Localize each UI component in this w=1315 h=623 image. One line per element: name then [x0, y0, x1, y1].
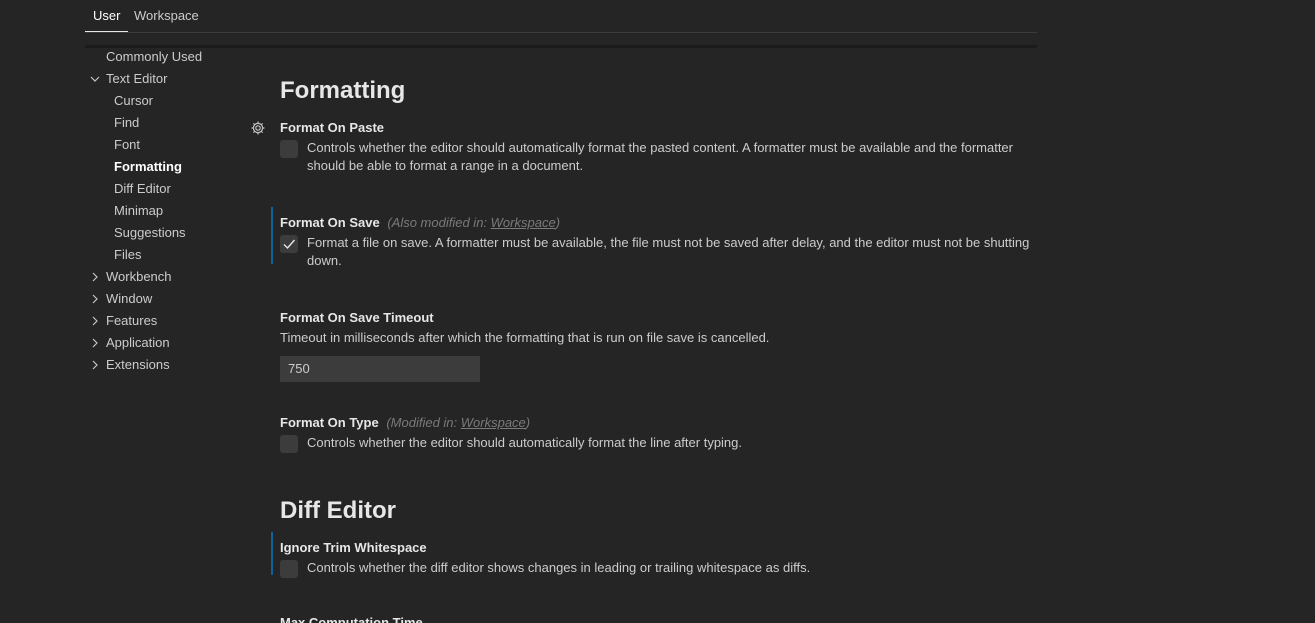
modified-note-suffix: ) [555, 215, 561, 230]
gear-icon[interactable] [250, 120, 266, 136]
modified-note: (Modified in: Workspace) [386, 415, 530, 430]
chevron-right-icon [90, 360, 100, 370]
settings-list: Formatting Format On Paste Controls whet… [240, 48, 1040, 623]
modified-indicator [271, 532, 273, 575]
chevron-right-icon [90, 316, 100, 326]
toc-item-font[interactable]: Font [114, 134, 140, 156]
toc-item-application[interactable]: Application [85, 332, 245, 354]
toc-item-extensions[interactable]: Extensions [85, 354, 245, 376]
settings-scope-tabs: User Workspace [85, 0, 1037, 33]
toc-item-label: Workbench [106, 269, 172, 284]
toc-item-files[interactable]: Files [114, 244, 141, 266]
setting-format-on-save: Format On Save (Also modified in: Worksp… [271, 207, 1040, 270]
tab-workspace[interactable]: Workspace [134, 0, 199, 31]
toc-item-diff-editor[interactable]: Diff Editor [114, 178, 171, 200]
format-on-save-checkbox[interactable] [280, 235, 298, 253]
workspace-link[interactable]: Workspace [461, 415, 526, 430]
toc-item-label: Application [106, 335, 170, 350]
modified-note: (Also modified in: Workspace) [387, 215, 560, 230]
toc-item-cursor[interactable]: Cursor [114, 90, 153, 112]
setting-ignore-trim-whitespace: Ignore Trim Whitespace Controls whether … [271, 532, 1040, 578]
ignore-trim-whitespace-checkbox[interactable] [280, 560, 298, 578]
toc-item-minimap[interactable]: Minimap [114, 200, 163, 222]
setting-format-on-paste: Format On Paste Controls whether the edi… [280, 118, 1040, 175]
toc-item-label: Features [106, 313, 158, 328]
tab-user[interactable]: User [85, 0, 129, 32]
toc-item-label: Text Editor [106, 71, 168, 86]
setting-description: Timeout in milliseconds after which the … [280, 330, 770, 345]
section-title-diff-editor: Diff Editor [280, 497, 396, 524]
chevron-right-icon [90, 272, 100, 282]
toc-item-text-editor[interactable]: Text Editor [85, 68, 245, 90]
setting-max-computation-time: Max Computation Time [280, 613, 1040, 623]
setting-title-text: Format On Type [280, 415, 379, 430]
setting-description: Format a file on save. A formatter must … [307, 235, 1030, 268]
chevron-right-icon [90, 338, 100, 348]
setting-description: Controls whether the editor should autom… [307, 435, 743, 450]
setting-format-on-save-timeout: Format On Save Timeout Timeout in millis… [280, 308, 1040, 382]
section-title-formatting: Formatting [280, 77, 406, 104]
chevron-down-icon [90, 74, 100, 84]
format-on-type-checkbox[interactable] [280, 435, 298, 453]
check-icon [283, 239, 296, 250]
setting-value: Format a file on save. A formatter must … [280, 234, 1040, 270]
setting-title: Max Computation Time [280, 615, 423, 623]
toc-item-formatting[interactable]: Formatting [114, 156, 182, 178]
toc-item-workbench[interactable]: Workbench [85, 266, 245, 288]
setting-title: Format On Save Timeout [280, 310, 434, 325]
toc-item-features[interactable]: Features [85, 310, 245, 332]
workspace-link[interactable]: Workspace [491, 215, 556, 230]
modified-note-prefix: (Also modified in: [387, 215, 491, 230]
modified-note-prefix: (Modified in: [386, 415, 461, 430]
settings-editor: User Workspace Commonly Used Text Editor… [0, 0, 1315, 623]
toc-item-label: Window [106, 291, 153, 306]
toc-item-label: Extensions [106, 357, 170, 372]
setting-value: Controls whether the editor should autom… [280, 139, 1040, 175]
toc-item-window[interactable]: Window [85, 288, 245, 310]
setting-description: Controls whether the editor should autom… [307, 140, 1013, 173]
modified-indicator [271, 207, 273, 264]
setting-format-on-type: Format On Type (Modified in: Workspace) … [280, 413, 1040, 453]
setting-title: Format On Save (Also modified in: Worksp… [280, 213, 1040, 233]
setting-description: Controls whether the diff editor shows c… [307, 560, 811, 575]
format-on-paste-checkbox[interactable] [280, 140, 298, 158]
setting-title: Ignore Trim Whitespace [280, 540, 427, 555]
toc-item-find[interactable]: Find [114, 112, 139, 134]
setting-value: Controls whether the editor should autom… [280, 434, 1040, 453]
toc-item-suggestions[interactable]: Suggestions [114, 222, 186, 244]
setting-title: Format On Type (Modified in: Workspace) [280, 413, 1040, 433]
modified-note-suffix: ) [525, 415, 531, 430]
setting-value: Controls whether the diff editor shows c… [280, 559, 1040, 578]
setting-title: Format On Paste [280, 120, 385, 135]
format-on-save-timeout-input[interactable]: 750 [280, 356, 480, 382]
setting-title-text: Format On Save [280, 215, 380, 230]
chevron-right-icon [90, 294, 100, 304]
toc-item-commonly-used[interactable]: Commonly Used [106, 46, 202, 68]
